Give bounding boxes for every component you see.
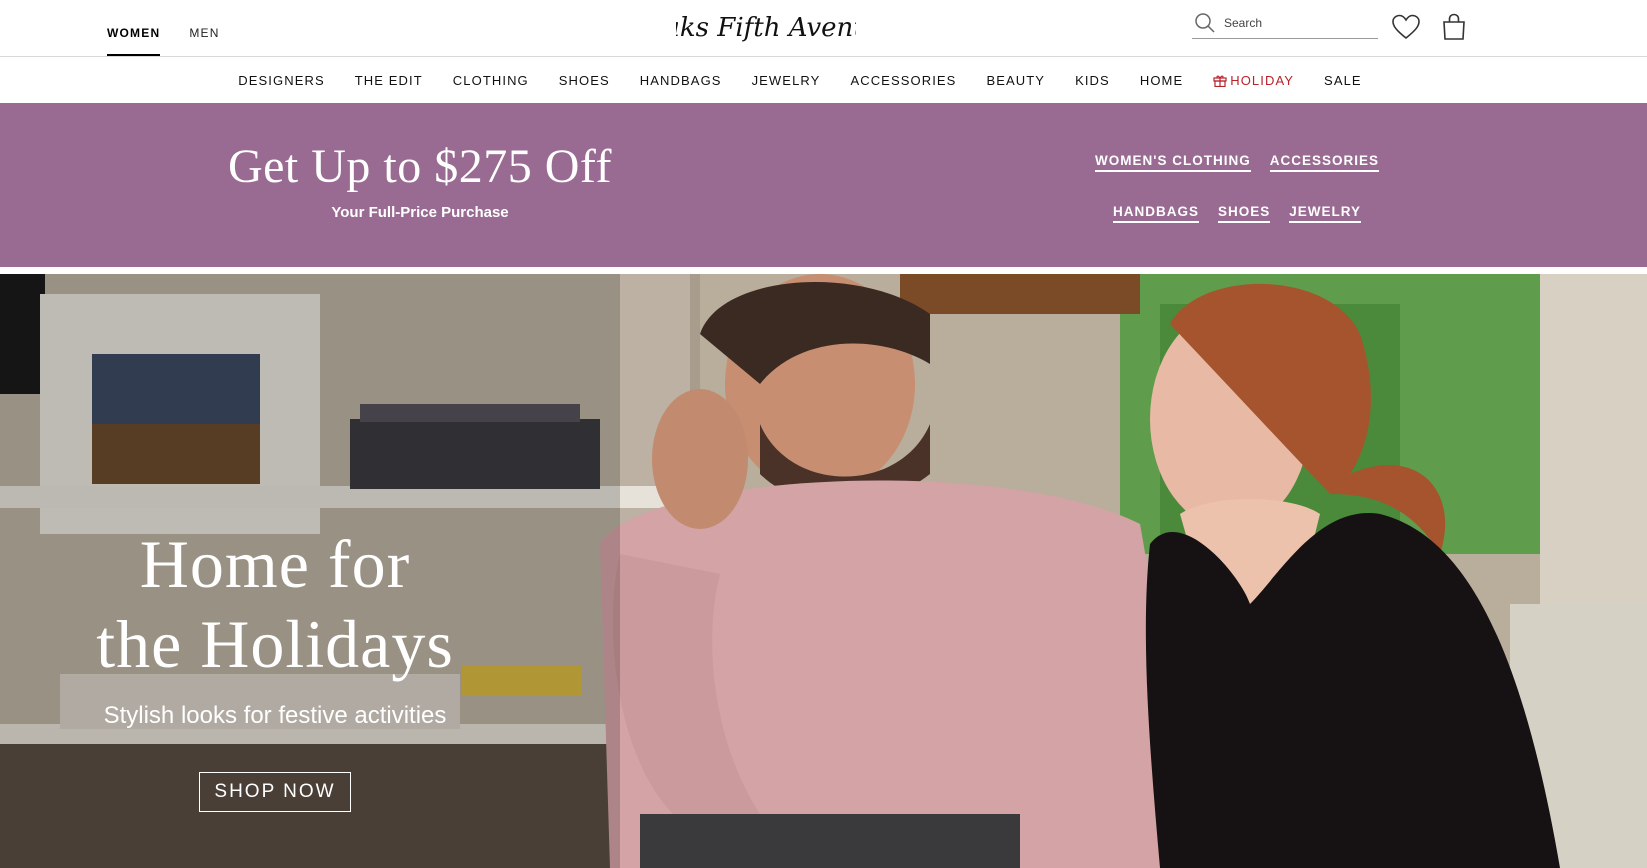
promo-headline: Get Up to $275 Off xyxy=(227,140,613,193)
nav-kids[interactable]: KIDS xyxy=(1075,73,1110,88)
promo-links-row: HANDBAGS SHOES JEWELRY xyxy=(1087,204,1387,223)
gender-tabs: WOMEN MEN xyxy=(107,26,220,56)
promo-link-shoes[interactable]: SHOES xyxy=(1217,204,1271,223)
hero-title-line1: Home for xyxy=(139,526,411,602)
nav-shoes[interactable]: SHOES xyxy=(559,73,610,88)
nav-clothing[interactable]: CLOTHING xyxy=(453,73,529,88)
promo-link-womens-clothing[interactable]: WOMEN'S CLOTHING xyxy=(1095,153,1251,172)
hero-banner[interactable]: Home for the Holidays Stylish looks for … xyxy=(0,274,1647,868)
saks-logo[interactable]: Saks Fifth Avenue xyxy=(647,6,886,48)
tab-women[interactable]: WOMEN xyxy=(107,26,161,56)
nav-handbags[interactable]: HANDBAGS xyxy=(640,73,722,88)
hero-subtitle: Stylish looks for festive activities xyxy=(103,702,447,729)
promo-links: WOMEN'S CLOTHING ACCESSORIES HANDBAGS SH… xyxy=(1087,153,1387,255)
heart-icon[interactable] xyxy=(1391,12,1421,42)
logo-text: Saks Fifth Avenue xyxy=(676,13,856,43)
nav-jewelry[interactable]: JEWELRY xyxy=(752,73,821,88)
promo-links-row: WOMEN'S CLOTHING ACCESSORIES xyxy=(1087,153,1387,172)
hero-title-line2: the Holidays xyxy=(96,606,454,682)
logo-wordmark: Saks Fifth Avenue xyxy=(647,13,886,43)
nav-accessories[interactable]: ACCESSORIES xyxy=(850,73,956,88)
promo-subhead: Your Full-Price Purchase xyxy=(331,204,509,221)
tab-men[interactable]: MEN xyxy=(189,26,219,56)
category-nav: DESIGNERS THE EDIT CLOTHING SHOES HANDBA… xyxy=(0,58,1647,103)
search-icon[interactable] xyxy=(1192,10,1218,36)
nav-designers[interactable]: DESIGNERS xyxy=(238,73,324,88)
shopping-bag-icon[interactable] xyxy=(1439,12,1469,42)
hero-title: Home for the Holidays xyxy=(60,524,490,684)
nav-the-edit[interactable]: THE EDIT xyxy=(355,73,423,88)
search-bar[interactable] xyxy=(1192,8,1378,39)
promo-link-jewelry[interactable]: JEWELRY xyxy=(1289,204,1362,223)
search-input[interactable] xyxy=(1224,16,1364,30)
promo-link-accessories[interactable]: ACCESSORIES xyxy=(1269,153,1379,172)
nav-beauty[interactable]: BEAUTY xyxy=(986,73,1045,88)
shop-now-button[interactable]: SHOP NOW xyxy=(199,772,351,812)
top-header: WOMEN MEN Saks Fifth Avenue xyxy=(0,0,1647,57)
nav-holiday[interactable]: HOLIDAY xyxy=(1213,73,1294,88)
nav-sale[interactable]: SALE xyxy=(1324,73,1362,88)
promo-link-handbags[interactable]: HANDBAGS xyxy=(1112,204,1199,223)
nav-holiday-label: HOLIDAY xyxy=(1230,73,1295,88)
nav-home[interactable]: HOME xyxy=(1140,73,1183,88)
gift-icon xyxy=(1213,75,1227,87)
promo-banner: Get Up to $275 Off Your Full-Price Purch… xyxy=(0,103,1647,267)
